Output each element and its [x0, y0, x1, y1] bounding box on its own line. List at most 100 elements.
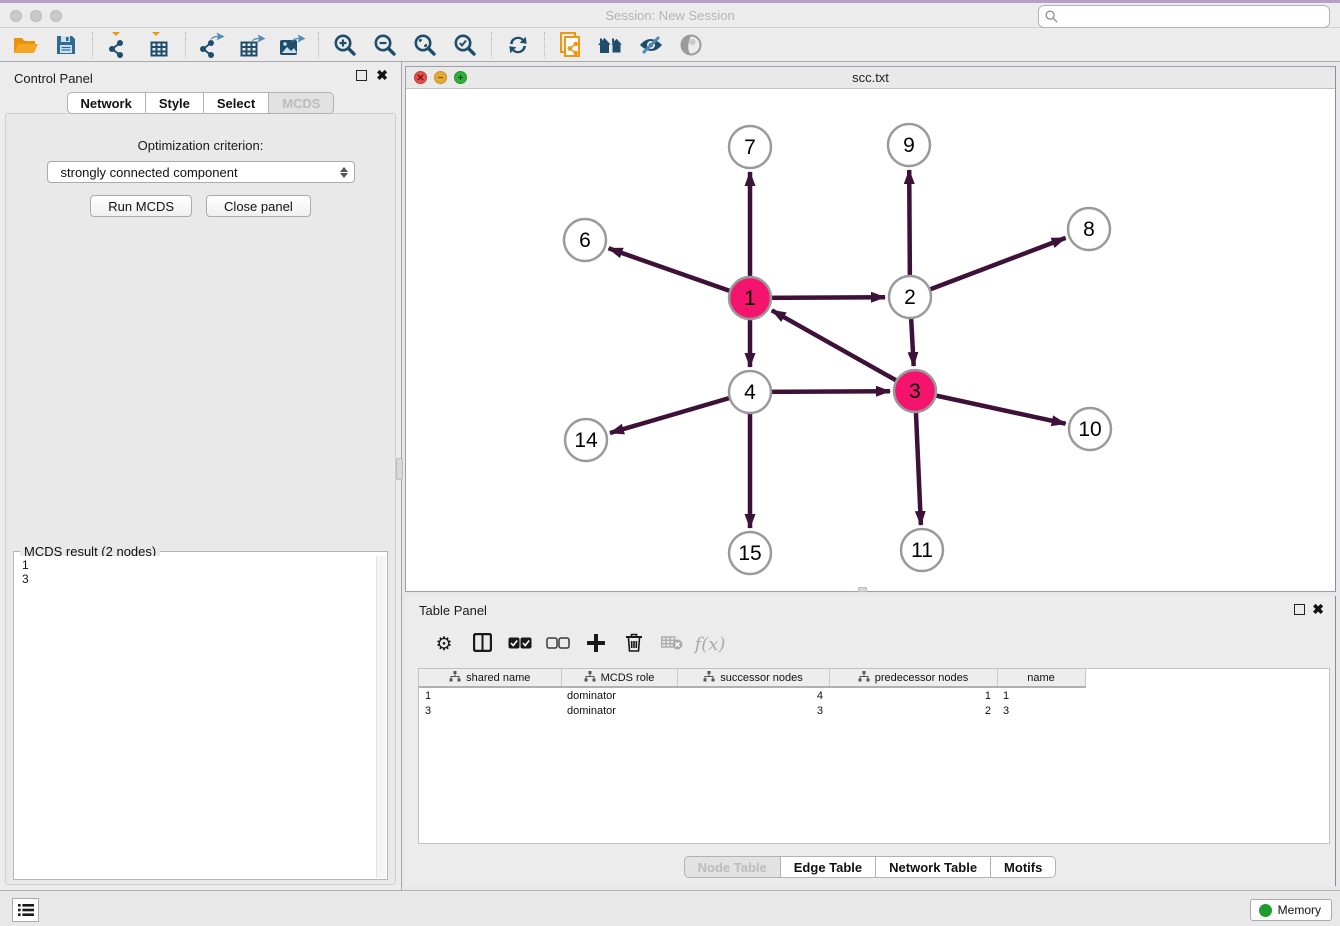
network-canvas[interactable]: 7 9 6 8 1 2 4 3 14 10 15 11 [406, 89, 1335, 591]
close-panel-button[interactable]: Close panel [206, 195, 311, 217]
select-all-button[interactable] [502, 628, 538, 660]
deselect-all-button[interactable] [540, 628, 576, 660]
zoom-out-button[interactable] [365, 30, 405, 60]
export-table-icon [239, 32, 266, 58]
node-table-grid[interactable]: shared nameMCDS rolesuccessor nodesprede… [419, 669, 1086, 719]
edge-2-8[interactable] [910, 238, 1066, 297]
delete-column-icon [626, 633, 642, 655]
memory-button[interactable]: Memory [1250, 899, 1332, 921]
zoom-selected-button[interactable] [445, 30, 485, 60]
column-header-name[interactable]: name [997, 669, 1085, 687]
toolbar-separator [92, 32, 93, 58]
panel-mode-button[interactable] [464, 628, 500, 660]
close-table-panel-icon[interactable]: ✖ [1312, 601, 1324, 617]
close-panel-icon[interactable]: ✖ [376, 67, 388, 83]
table-row[interactable]: 3dominator323 [419, 703, 1085, 719]
tab-network[interactable]: Network [67, 92, 146, 114]
column-header-predecessor-nodes[interactable]: predecessor nodes [829, 669, 997, 687]
zoom-in-button[interactable] [325, 30, 365, 60]
cell-shared-name[interactable]: 1 [419, 687, 561, 703]
column-header-MCDS-role[interactable]: MCDS role [561, 669, 677, 687]
hierarchy-icon [858, 671, 870, 685]
node-1[interactable]: 1 [729, 277, 771, 319]
save-session-button[interactable] [46, 30, 86, 60]
search-input[interactable] [1038, 5, 1330, 28]
float-table-panel-icon[interactable] [1294, 604, 1305, 615]
edge-3-1[interactable] [772, 310, 915, 391]
table-panel-header: Table Panel ✖ [405, 596, 1335, 622]
import-table-icon [147, 32, 171, 58]
export-table-button[interactable] [232, 30, 272, 60]
cell-predecessor-nodes[interactable]: 2 [829, 703, 997, 719]
table-row[interactable]: 1dominator411 [419, 687, 1085, 703]
tab-select[interactable]: Select [204, 92, 269, 114]
cell-name[interactable]: 3 [997, 703, 1085, 719]
tab-style[interactable]: Style [146, 92, 204, 114]
clone-network-icon [559, 32, 583, 58]
add-column-button[interactable] [578, 628, 614, 660]
function-builder-icon: f(x) [695, 634, 726, 655]
cell-name[interactable]: 1 [997, 687, 1085, 703]
node-15[interactable]: 15 [729, 532, 771, 574]
node-11[interactable]: 11 [901, 529, 943, 571]
network-window-titlebar[interactable]: ✕ − + scc.txt [406, 67, 1335, 89]
cell-predecessor-nodes[interactable]: 1 [829, 687, 997, 703]
open-session-icon [13, 34, 39, 56]
node-8[interactable]: 8 [1068, 208, 1110, 250]
export-image-button[interactable] [272, 30, 312, 60]
control-panel-tabs: NetworkStyleSelectMCDS [0, 92, 401, 114]
node-9[interactable]: 9 [888, 124, 930, 166]
network-resize-grip[interactable] [858, 587, 867, 592]
tab-mcds[interactable]: MCDS [269, 92, 334, 114]
cell-MCDS-role[interactable]: dominator [561, 703, 677, 719]
cell-successor-nodes[interactable]: 3 [677, 703, 829, 719]
zoom-fit-button[interactable] [405, 30, 445, 60]
cell-MCDS-role[interactable]: dominator [561, 687, 677, 703]
node-10[interactable]: 10 [1069, 408, 1111, 450]
result-scrollbar[interactable] [376, 556, 386, 878]
import-network-button[interactable] [99, 30, 139, 60]
tab-edge-table[interactable]: Edge Table [781, 856, 876, 878]
panel-splitter-grip[interactable] [396, 458, 403, 480]
tab-motifs[interactable]: Motifs [991, 856, 1056, 878]
float-panel-icon[interactable] [356, 70, 367, 81]
node-14[interactable]: 14 [565, 419, 607, 461]
hide-selected-button[interactable] [631, 30, 671, 60]
clone-network-button[interactable] [551, 30, 591, 60]
task-history-button[interactable] [12, 898, 39, 922]
run-mcds-button[interactable]: Run MCDS [90, 195, 192, 217]
node-4[interactable]: 4 [729, 371, 771, 413]
node-label: 1 [744, 287, 756, 310]
import-table-button[interactable] [139, 30, 179, 60]
tab-network-table[interactable]: Network Table [876, 856, 991, 878]
status-bar: Memory [0, 890, 1340, 926]
cell-shared-name[interactable]: 3 [419, 703, 561, 719]
edge-3-10[interactable] [915, 391, 1066, 424]
open-session-button[interactable] [6, 30, 46, 60]
memory-status-icon [1259, 904, 1272, 917]
zoom-selected-icon [453, 33, 477, 57]
refresh-view-button[interactable] [498, 30, 538, 60]
import-network-icon [107, 32, 131, 58]
edge-1-6[interactable] [609, 248, 750, 298]
first-neighbors-button[interactable] [591, 30, 631, 60]
optimization-criterion-label: Optimization criterion: [6, 138, 395, 153]
node-label: 8 [1083, 218, 1095, 241]
column-header-successor-nodes[interactable]: successor nodes [677, 669, 829, 687]
delete-column-button[interactable] [616, 628, 652, 660]
node-7[interactable]: 7 [729, 126, 771, 168]
node-2[interactable]: 2 [889, 276, 931, 318]
first-neighbors-icon [597, 34, 625, 56]
node-3[interactable]: 3 [894, 370, 936, 412]
export-network-button[interactable] [192, 30, 232, 60]
cell-successor-nodes[interactable]: 4 [677, 687, 829, 703]
criterion-dropdown[interactable]: strongly connected component [47, 161, 355, 183]
column-header-shared-name[interactable]: shared name [419, 669, 561, 687]
control-panel: Control Panel ✖ NetworkStyleSelectMCDS O… [0, 62, 402, 890]
toolbar-separator [491, 32, 492, 58]
node-6[interactable]: 6 [564, 219, 606, 261]
show-all-button[interactable] [671, 30, 711, 60]
table-settings-button[interactable]: ⚙ [426, 628, 462, 660]
tab-node-table[interactable]: Node Table [684, 856, 781, 878]
mcds-result-text[interactable]: 1 3 [15, 556, 375, 878]
